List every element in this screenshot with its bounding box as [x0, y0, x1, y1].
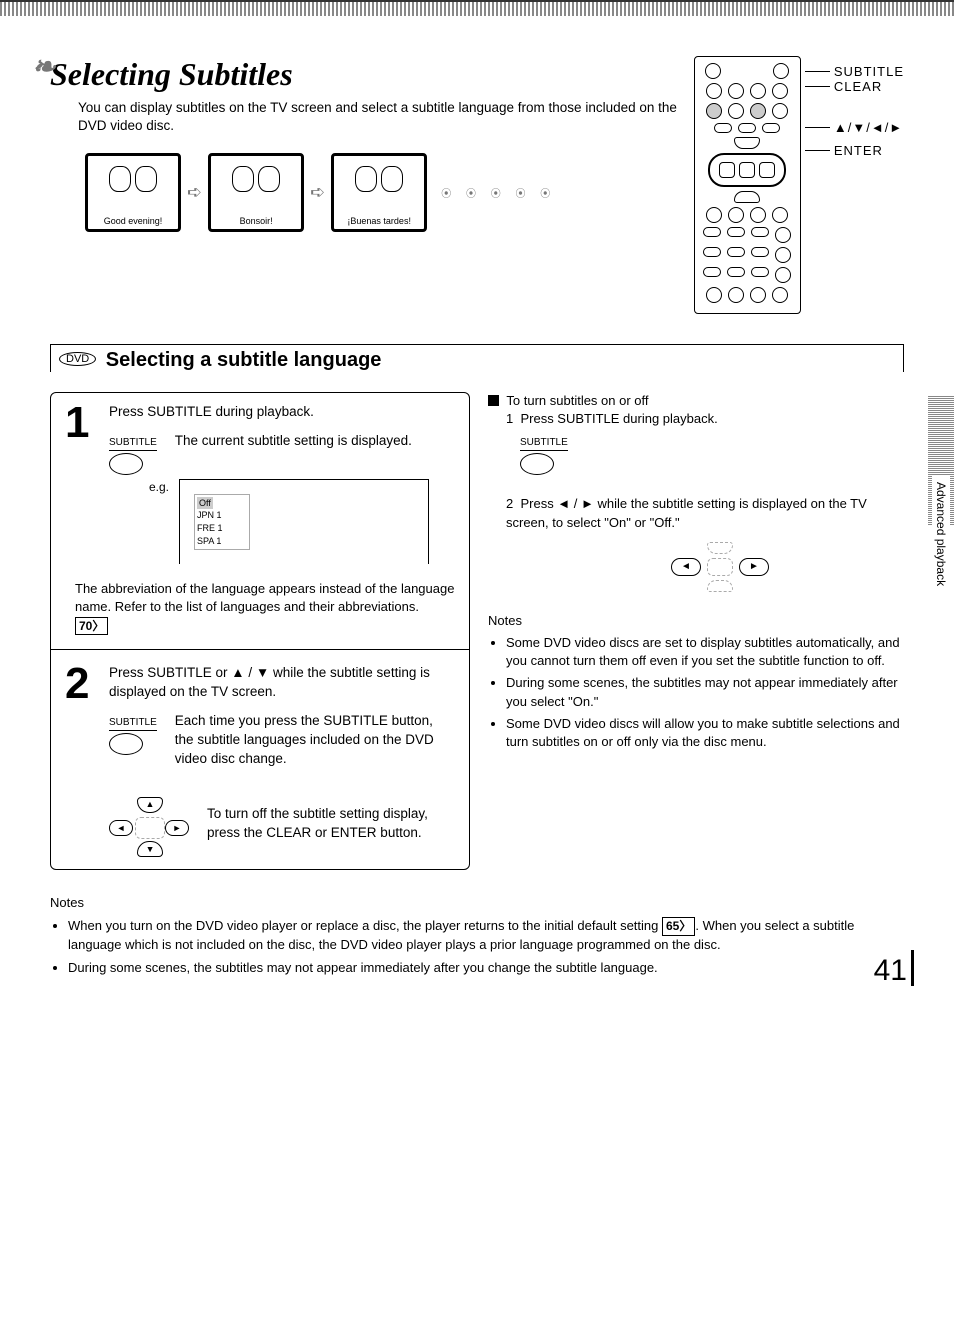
tv-screen-2: Bonsoir!: [208, 153, 304, 232]
step-2-instruction: Press SUBTITLE or ▲ / ▼ while the subtit…: [109, 664, 455, 702]
note-text: During some scenes, the subtitles may no…: [68, 960, 658, 975]
down-ghost-icon: [707, 580, 733, 592]
toggle-heading: To turn subtitles on or off: [488, 392, 904, 410]
right-notes: Notes Some DVD video discs are set to di…: [488, 612, 904, 751]
note-item: During some scenes, the subtitles may no…: [68, 959, 904, 978]
section-title-text: Selecting a subtitle language: [106, 349, 382, 371]
tv-screen-1: Good evening!: [85, 153, 181, 232]
decorative-top-border: [0, 0, 954, 16]
left-icon: ◄: [109, 820, 133, 836]
side-tab-label: Advanced playback: [932, 476, 950, 592]
page-reference-70: 70〉: [75, 617, 108, 636]
remote-body: [694, 56, 801, 314]
page-title-text: Selecting Subtitles: [50, 56, 293, 92]
subtitle-button-label: SUBTITLE: [109, 716, 157, 731]
page-number: 41: [874, 950, 914, 988]
subtitle-screens-row: Good evening! ➪ Bonsoir! ➪ ¡Buenas tarde…: [85, 153, 694, 232]
remote-label-subtitle: SUBTITLE: [834, 64, 904, 79]
right-icon: ►: [165, 820, 189, 836]
osd-item: JPN 1: [197, 510, 222, 520]
intro-text: You can display subtitles on the TV scre…: [78, 99, 694, 135]
subtitle-button-figure: SUBTITLE: [109, 712, 157, 755]
enter-icon: [135, 817, 165, 839]
step-2-description: Each time you press the SUBTITLE button,…: [175, 712, 455, 769]
page-title: ❧ Selecting Subtitles: [50, 56, 694, 93]
oval-button-icon: [520, 453, 554, 475]
subtitle-button-label: SUBTITLE: [109, 436, 157, 451]
steps-box: 1 Press SUBTITLE during playback. SUBTIT…: [50, 392, 470, 870]
subtitle-button-label: SUBTITLE: [520, 436, 568, 451]
note-item: When you turn on the DVD video player or…: [68, 917, 904, 955]
subtitle-button-figure: SUBTITLE: [109, 432, 157, 475]
example-label: e.g.: [149, 479, 169, 496]
right-column: To turn subtitles on or off 1 Press SUBT…: [488, 392, 904, 870]
osd-selected: Off: [197, 497, 213, 510]
right-button-icon: ►: [739, 558, 769, 576]
bottom-notes: Notes When you turn on the DVD video pla…: [50, 894, 904, 978]
note-text: When you turn on the DVD video player or…: [68, 918, 662, 933]
center-ghost-icon: [707, 558, 733, 576]
ellipsis-icon: ⦿ ⦿ ⦿ ⦿ ⦿: [441, 185, 556, 200]
divider: [51, 649, 469, 650]
down-icon: ▲: [137, 841, 163, 857]
section-heading: DVD Selecting a subtitle language: [50, 344, 904, 372]
step-1-instruction: Press SUBTITLE during playback.: [109, 403, 455, 422]
tv-screen-3: ¡Buenas tardes!: [331, 153, 427, 232]
oval-button-icon: [109, 733, 143, 755]
dpad-figure: ▲ ◄ ► ▲: [109, 797, 189, 857]
step-1: 1 Press SUBTITLE during playback. SUBTIT…: [65, 403, 455, 635]
toggle-heading-text: To turn subtitles on or off: [506, 393, 648, 408]
leaf-icon: ❧: [32, 50, 55, 84]
oval-button-icon: [109, 453, 143, 475]
osd-item: FRE 1: [197, 523, 223, 533]
toggle-step-1: Press SUBTITLE during playback.: [520, 411, 717, 426]
screen-caption: Bonsoir!: [240, 216, 273, 226]
page-number-bar-icon: [911, 950, 914, 986]
page-content: ❧ Selecting Subtitles You can display su…: [0, 16, 954, 1002]
remote-label-clear: CLEAR: [834, 79, 882, 94]
square-bullet-icon: [488, 395, 499, 406]
subtitle-button-figure: SUBTITLE: [520, 432, 904, 475]
notes-heading: Notes: [488, 612, 904, 630]
osd-menu: Off JPN 1 FRE 1 SPA 1: [194, 494, 250, 550]
up-icon: ▲: [137, 797, 163, 813]
page-number-text: 41: [874, 954, 907, 987]
arrow-right-icon: ➪: [187, 182, 202, 203]
step-2-clear-note: To turn off the subtitle setting display…: [207, 805, 455, 843]
up-ghost-icon: [707, 542, 733, 554]
screen-caption: ¡Buenas tardes!: [347, 216, 411, 226]
abbreviation-note: The abbreviation of the language appears…: [75, 580, 455, 635]
step-2: 2 Press SUBTITLE or ▲ / ▼ while the subt…: [65, 664, 455, 856]
note-item: During some scenes, the subtitles may no…: [506, 674, 904, 710]
notes-heading: Notes: [50, 894, 904, 913]
arrow-right-icon: ➪: [310, 182, 325, 203]
step-1-description: The current subtitle setting is displaye…: [175, 432, 455, 451]
example-bracket: Off JPN 1 FRE 1 SPA 1: [179, 479, 429, 564]
remote-label-arrows: ▲/▼/◄/►: [834, 120, 903, 135]
remote-diagram: SUBTITLE CLEAR ▲/▼/◄/► ENTER: [694, 56, 904, 314]
toggle-step-2: Press ◄ / ► while the subtitle setting i…: [506, 496, 867, 529]
note-item: Some DVD video discs will allow you to m…: [506, 715, 904, 751]
osd-item: SPA 1: [197, 536, 221, 546]
page-reference-65: 65〉: [662, 917, 695, 936]
abbr-note-text: The abbreviation of the language appears…: [75, 581, 454, 614]
screen-caption: Good evening!: [104, 216, 163, 226]
note-item: Some DVD video discs are set to display …: [506, 634, 904, 670]
step-number: 2: [65, 664, 99, 856]
dvd-badge: DVD: [59, 352, 96, 366]
left-button-icon: ◄: [671, 558, 701, 576]
left-right-buttons-figure: ◄ ►: [536, 542, 904, 592]
remote-label-enter: ENTER: [834, 143, 883, 158]
